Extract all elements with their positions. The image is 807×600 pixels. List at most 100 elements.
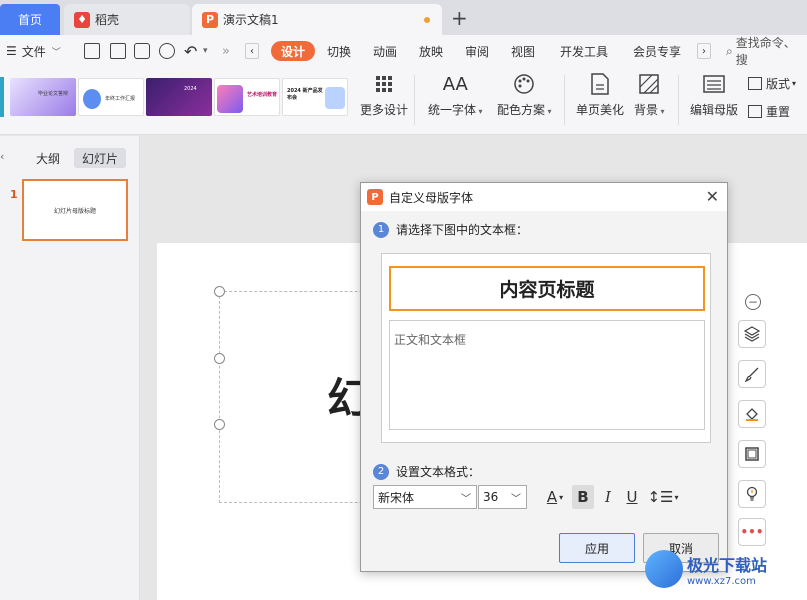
page-icon (589, 73, 611, 95)
save-icon[interactable] (84, 35, 100, 67)
daoke-icon: ♦ (74, 11, 90, 28)
template-3-label: 2024 (184, 86, 197, 92)
edit-master-label: 编辑母版 (690, 103, 739, 117)
resize-handle[interactable] (214, 353, 225, 364)
layers-icon[interactable] (738, 320, 766, 348)
fill-bucket-icon[interactable] (738, 400, 766, 428)
bold-button[interactable]: B (572, 485, 594, 509)
print-preview-icon[interactable] (159, 35, 175, 67)
design-template-1[interactable]: 毕业论文答辩 (10, 78, 76, 116)
single-page-beautify-button[interactable]: 单页美化 (576, 73, 624, 118)
undo-icon[interactable]: ↶ (184, 35, 197, 67)
dialog-title-bar: P 自定义母版字体 ✕ (361, 183, 727, 211)
tab-daoke-label: 稻壳 (95, 13, 120, 27)
layout-icon (748, 77, 762, 90)
font-size-select[interactable]: 36 ﹀ (478, 485, 527, 509)
menu-view[interactable]: 视图 (511, 35, 535, 67)
design-template-4[interactable]: 艺术培训教育 (214, 78, 280, 116)
design-template-3[interactable]: 2024 (146, 78, 212, 116)
menu-slideshow[interactable]: 放映 (419, 35, 443, 67)
step-2: 2 设置文本格式： (373, 463, 480, 480)
italic-button[interactable]: I (599, 485, 617, 509)
reset-label: 重置 (766, 105, 791, 119)
more-designs-label: 更多设计 (360, 103, 409, 117)
close-icon[interactable]: ✕ (706, 187, 719, 206)
ribbon-separator (414, 75, 415, 125)
apply-button[interactable]: 应用 (559, 533, 635, 563)
reset-icon (748, 105, 762, 118)
textbox-preview: 内容页标题 正文和文本框 (381, 253, 711, 443)
tab-daoke[interactable]: ♦ 稻壳 (64, 4, 190, 35)
font-color-button[interactable]: A ▾ (541, 485, 569, 509)
slide-number: 1 (10, 188, 18, 201)
more-designs-button[interactable]: 更多设计 (360, 73, 408, 118)
template-1-label: 毕业论文答辩 (38, 91, 69, 97)
scroll-right-icon[interactable]: › (697, 43, 711, 59)
color-scheme-button[interactable]: 配色方案 (497, 73, 552, 118)
step-2-number: 2 (373, 463, 389, 480)
more-quick-access-icon[interactable]: » (222, 35, 230, 67)
watermark-url: www.xz7.com (687, 575, 756, 587)
tab-slides[interactable]: 幻灯片 (74, 148, 127, 168)
tab-document[interactable]: P 演示文稿1 (192, 4, 442, 35)
font-color-icon: A (546, 488, 558, 506)
menu-review[interactable]: 审阅 (465, 35, 489, 67)
export-icon[interactable] (110, 35, 126, 67)
ribbon-separator (564, 75, 565, 125)
title-bar: 首页 ♦ 稻壳 P 演示文稿1 + (0, 0, 807, 35)
template-4-label: 艺术培训教育 (247, 92, 278, 98)
unify-font-button[interactable]: AA 统一字体 (428, 73, 483, 118)
watermark-title: 极光下载站 (687, 555, 768, 575)
font-family-value: 新宋体 (378, 490, 415, 505)
edit-master-button[interactable]: 编辑母版 (690, 73, 738, 118)
tab-home[interactable]: 首页 (0, 4, 60, 35)
more-options-icon[interactable]: ••• (738, 518, 766, 546)
design-template-2[interactable]: 年终工作汇报 (78, 78, 144, 116)
color-scheme-label: 配色方案 (497, 101, 552, 118)
font-aa-icon: AA (442, 73, 468, 95)
border-frame-icon[interactable] (738, 440, 766, 468)
menu-animation[interactable]: 动画 (373, 35, 397, 67)
command-search[interactable]: ⌕ 查找命令、搜 (726, 35, 807, 67)
line-spacing-icon: ↕☰ (647, 488, 674, 506)
palette-icon (513, 73, 535, 95)
resize-handle[interactable] (214, 286, 225, 297)
menu-bar: ☰ 文件 ﹀ ↶ ▾ » ‹ 设计 切换 动画 放映 审阅 视图 开发工具 会员… (0, 35, 807, 67)
reset-button[interactable]: 重置 (748, 103, 790, 120)
new-tab-plus-icon[interactable]: + (451, 6, 468, 30)
watermark-logo-icon (645, 550, 683, 588)
chevron-down-icon: ▾ (559, 492, 564, 502)
font-family-select[interactable]: 新宋体 ﹀ (373, 485, 477, 509)
underline-button[interactable]: U (623, 485, 641, 509)
file-menu[interactable]: ☰ 文件 ﹀ (6, 35, 61, 67)
collapse-panel-icon[interactable]: ‹ (0, 150, 4, 163)
chevron-down-icon: ▾ (674, 492, 679, 502)
slide-thumbnail-1[interactable]: 幻灯片母版标题 (22, 179, 128, 241)
line-spacing-button[interactable]: ↕☰ ▾ (646, 485, 680, 509)
minus-circle-icon[interactable]: − (745, 294, 761, 310)
menu-member[interactable]: 会员专享 (633, 35, 681, 67)
preview-body-box[interactable]: 正文和文本框 (389, 320, 705, 430)
layout-button[interactable]: 版式 ▾ (748, 75, 796, 92)
presentation-icon: P (367, 189, 383, 205)
background-button[interactable]: 背景 (634, 73, 665, 118)
resize-handle[interactable] (214, 419, 225, 430)
ribbon-separator (678, 75, 679, 125)
template-2-label: 年终工作汇报 (105, 96, 136, 102)
menu-developer[interactable]: 开发工具 (560, 35, 608, 67)
lightbulb-icon[interactable] (738, 480, 766, 508)
step-1: 1 请选择下图中的文本框： (373, 221, 528, 238)
slide-panel: ‹ 大纲 幻灯片 1 幻灯片母版标题 (0, 136, 140, 600)
menu-design[interactable]: 设计 (271, 41, 316, 61)
undo-dropdown-icon[interactable]: ▾ (203, 35, 208, 67)
design-template-5[interactable]: 2024 新产品发布会 (282, 78, 348, 116)
brush-icon[interactable] (738, 360, 766, 388)
scroll-left-icon[interactable]: ‹ (245, 43, 259, 59)
tab-outline[interactable]: 大纲 (28, 148, 68, 168)
step-1-number: 1 (373, 221, 389, 238)
print-icon[interactable] (134, 35, 150, 67)
menu-transition[interactable]: 切换 (327, 35, 351, 67)
dialog-title: 自定义母版字体 (389, 190, 474, 205)
preview-title-box[interactable]: 内容页标题 (389, 266, 705, 311)
file-menu-label: 文件 (21, 44, 46, 59)
